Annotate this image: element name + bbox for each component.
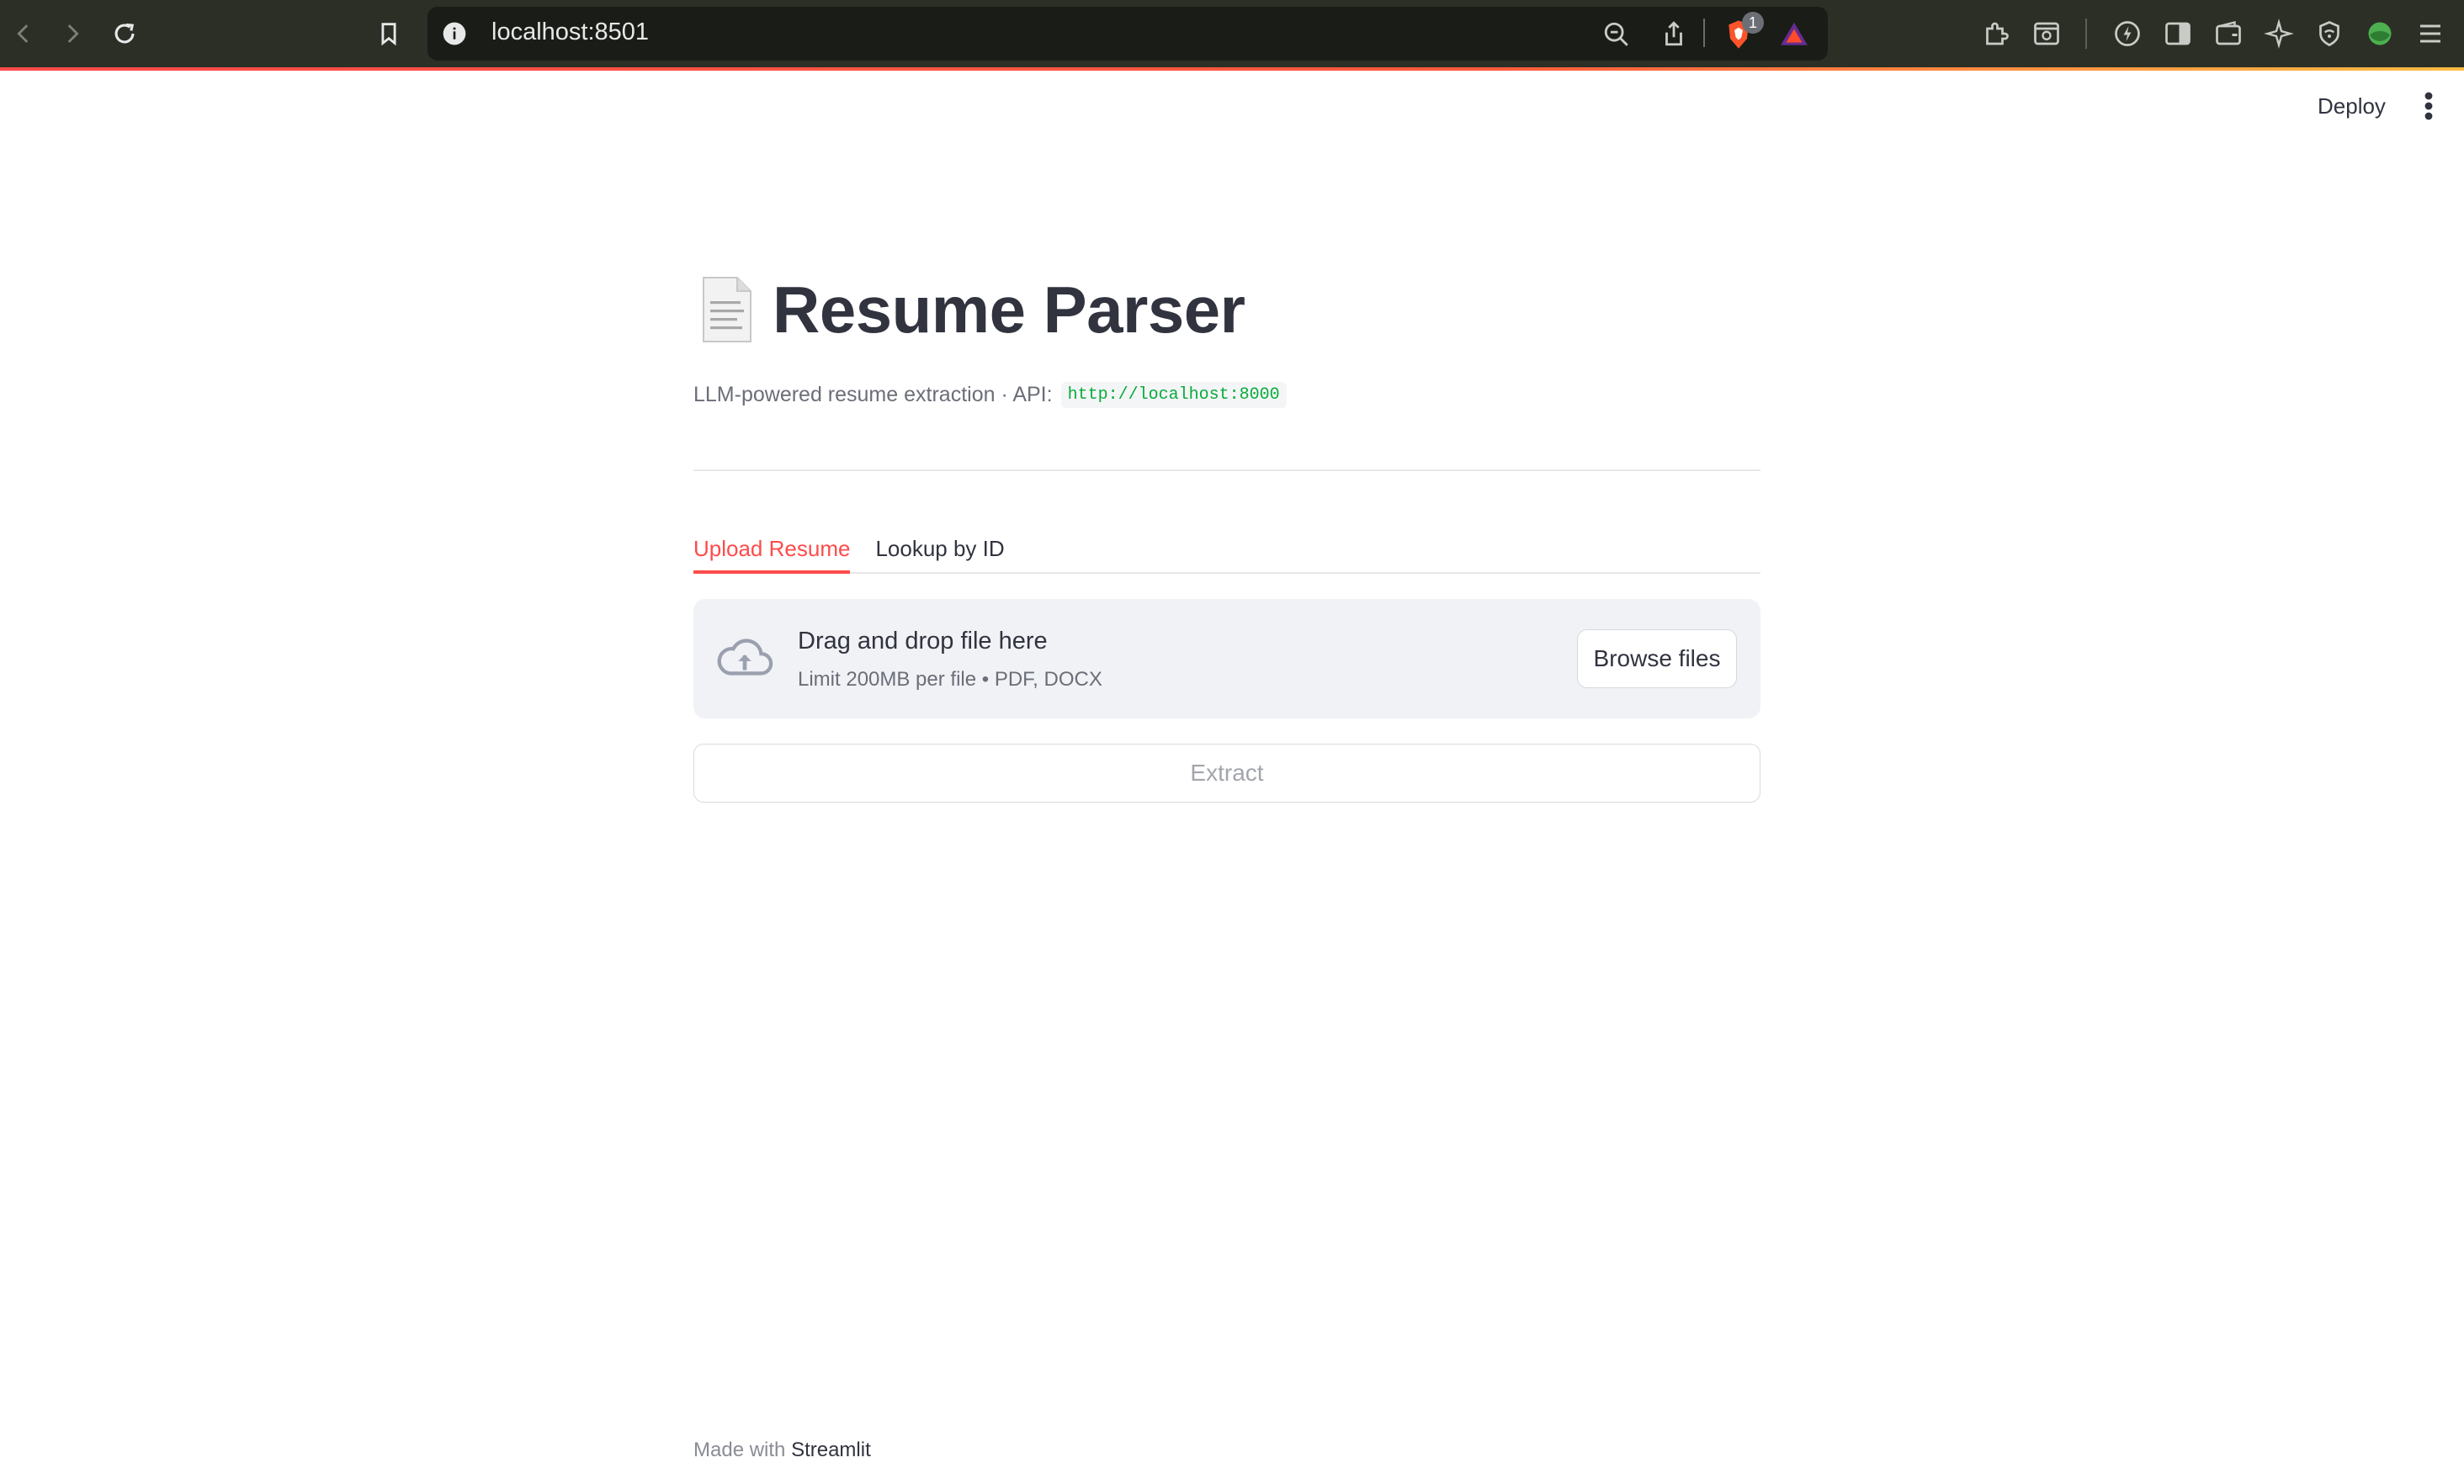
page-caption: LLM-powered resume extraction · API: htt…	[693, 377, 1760, 412]
wallet-button[interactable]	[2212, 17, 2245, 50]
api-url-code: http://localhost:8000	[1060, 381, 1287, 408]
menu-button[interactable]	[2414, 17, 2447, 50]
share-icon[interactable]	[1659, 19, 1688, 49]
leo-ai-button[interactable]	[2262, 17, 2296, 50]
puzzle-icon	[1986, 22, 2009, 45]
page-title: Resume Parser	[773, 272, 1245, 347]
sidebar-icon	[2165, 22, 2191, 45]
toolbar-divider	[2085, 19, 2087, 49]
vpn-shield-icon	[2319, 21, 2339, 47]
streamlit-accent-bar	[0, 67, 2464, 71]
profile-avatar-icon	[2368, 22, 2392, 45]
main-content: Resume Parser LLM-powered resume extract…	[693, 252, 1760, 803]
info-icon[interactable]	[441, 20, 468, 47]
footer: Made with Streamlit	[693, 1439, 871, 1462]
shields-badge: 1	[1742, 12, 1764, 34]
dropzone-limits: Limit 200MB per file • PDF, DOCX	[798, 668, 1102, 691]
chevron-left-icon	[17, 24, 29, 43]
profile-button[interactable]	[2363, 17, 2397, 50]
tab-upload-resume[interactable]: Upload Resume	[693, 533, 851, 574]
sparkle-icon	[2264, 19, 2294, 49]
main-menu-icon[interactable]	[2417, 89, 2440, 123]
page-facing-up-icon	[703, 277, 751, 342]
brave-rewards-icon[interactable]	[1777, 19, 1811, 50]
tab-bar: Upload Resume Lookup by ID	[693, 533, 1760, 574]
footer-prefix: Made with	[693, 1439, 786, 1461]
vpn-button[interactable]	[2313, 17, 2346, 50]
page-header: Resume Parser	[693, 252, 1760, 367]
back-button[interactable]	[7, 17, 40, 50]
dropzone-title: Drag and drop file here	[798, 628, 1048, 655]
chevron-right-icon	[67, 24, 79, 43]
tab-lookup-by-id[interactable]: Lookup by ID	[875, 533, 1004, 574]
zoom-icon[interactable]	[1602, 20, 1631, 49]
forward-button[interactable]	[56, 17, 89, 50]
leo-button[interactable]	[2111, 17, 2144, 50]
address-bar-divider	[1703, 19, 1705, 47]
window-search-icon	[2034, 22, 2059, 45]
file-dropzone[interactable]: Drag and drop file here Limit 200MB per …	[693, 599, 1760, 718]
address-bar[interactable]: localhost:8501 1	[427, 7, 1828, 61]
browse-files-button[interactable]: Browse files	[1577, 629, 1737, 688]
section-divider	[693, 469, 1760, 471]
streamlit-link[interactable]: Streamlit	[791, 1439, 871, 1461]
extensions-button[interactable]	[1979, 17, 2013, 50]
url-text[interactable]: localhost:8501	[491, 19, 649, 46]
extract-button[interactable]: Extract	[693, 744, 1760, 803]
search-tab-button[interactable]	[2030, 17, 2063, 50]
caption-text: LLM-powered resume extraction · API:	[693, 382, 1053, 406]
cloud-upload-icon	[717, 639, 773, 676]
sidebar-toggle-button[interactable]	[2161, 17, 2195, 50]
bookmark-icon	[381, 23, 396, 46]
browser-toolbar: localhost:8501 1	[0, 0, 2464, 71]
deploy-button[interactable]: Deploy	[2309, 87, 2394, 125]
bookmark-button[interactable]	[372, 17, 406, 50]
hamburger-icon	[2420, 24, 2440, 43]
bolt-circle-icon	[2115, 21, 2140, 46]
reload-button[interactable]	[108, 17, 141, 50]
reload-icon	[114, 23, 135, 44]
wallet-icon	[2216, 20, 2241, 45]
